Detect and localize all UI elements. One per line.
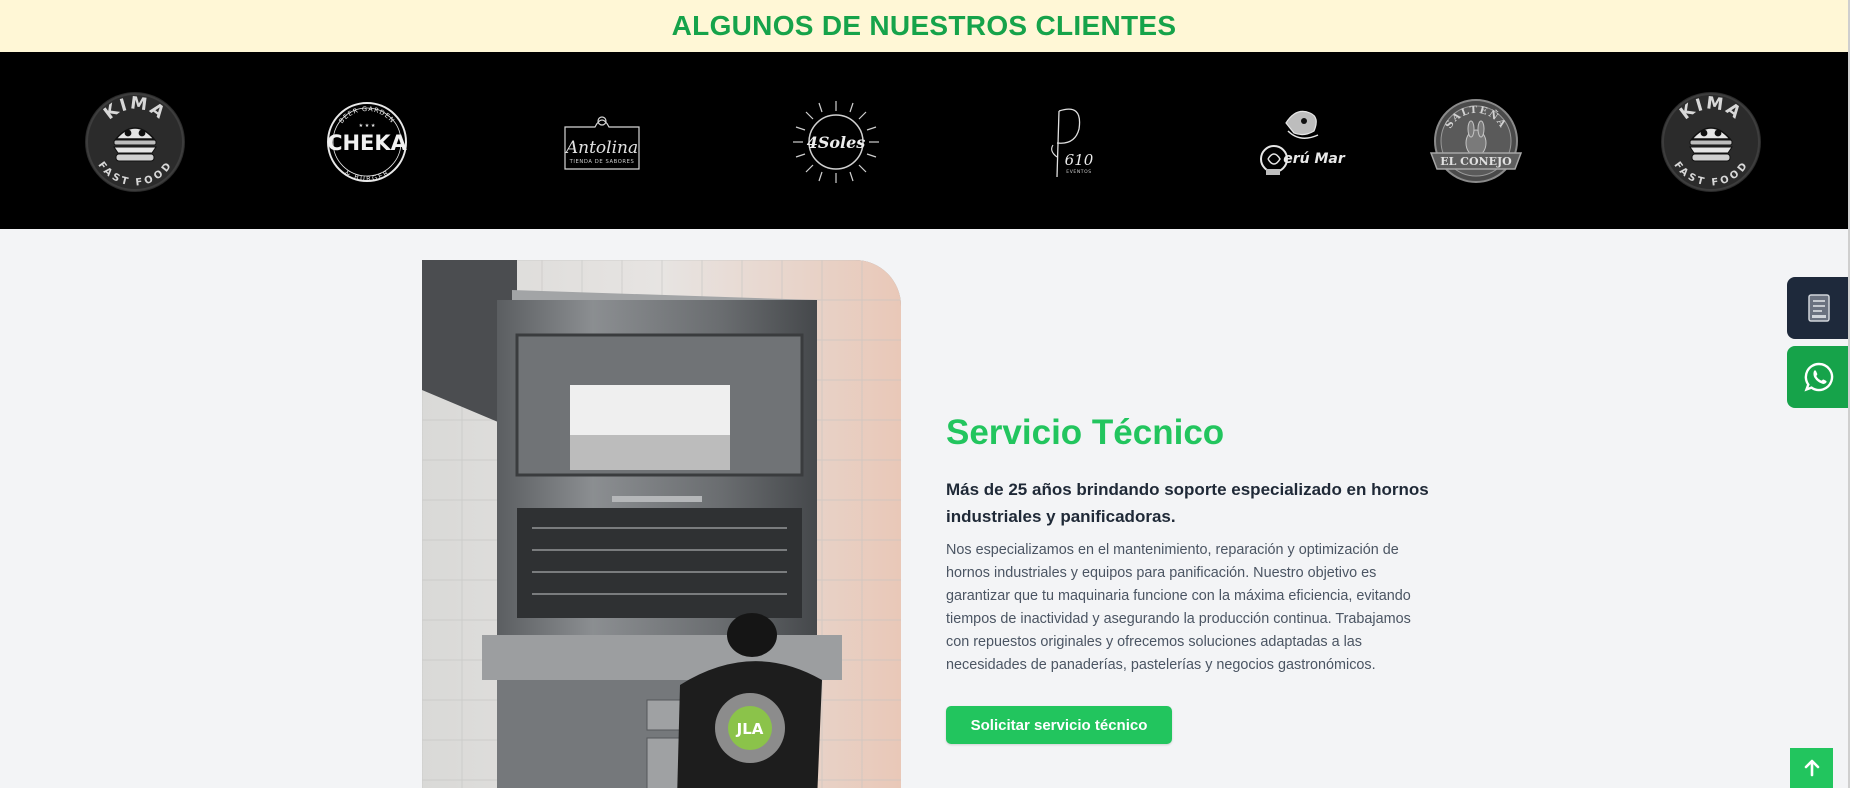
client-logo-strip: KIMA FAST FOOD BEER GARDEN CHEKA & BURGE… — [0, 52, 1848, 229]
service-text-column: Servicio Técnico Más de 25 años brindand… — [946, 410, 1431, 677]
arrow-up-icon — [1804, 759, 1819, 777]
catalog-book-icon — [1807, 294, 1830, 322]
svg-text:★ ★ ★: ★ ★ ★ — [359, 123, 376, 129]
service-photo: JLA — [422, 260, 901, 788]
svg-text:JLA: JLA — [736, 720, 764, 738]
client-logo-kima: KIMA FAST FOOD — [80, 87, 190, 197]
service-description: Nos especializamos en el mantenimiento, … — [946, 542, 1411, 673]
whatsapp-float-button[interactable] — [1787, 346, 1850, 408]
client-logo-antolina: Antolina TIENDA DE SABORES — [547, 87, 657, 197]
client-logo-kima-repeat: KIMA FAST FOOD — [1656, 87, 1766, 197]
client-logo-saltena-el-conejo: SALTEÑA EL CONEJO — [1421, 87, 1531, 197]
clients-heading: ALGUNOS DE NUESTROS CLIENTES — [671, 10, 1177, 41]
client-logo-cheka: BEER GARDEN CHEKA & BURGER ★ ★ ★ — [312, 87, 422, 197]
svg-text:EL CONEJO: EL CONEJO — [1440, 155, 1512, 168]
service-title: Servicio Técnico — [946, 413, 1225, 452]
client-logo-4soles: 4Soles — [781, 87, 891, 197]
request-service-button[interactable]: Solicitar servicio técnico — [946, 706, 1172, 744]
catalog-float-button[interactable] — [1787, 277, 1850, 339]
clients-section-header: ALGUNOS DE NUESTROS CLIENTES — [0, 0, 1848, 52]
svg-text:EVENTOS: EVENTOS — [1066, 169, 1091, 175]
svg-text:CHEKA: CHEKA — [327, 131, 408, 155]
client-logo-peru-mar: erú Mar — [1248, 87, 1358, 197]
svg-text:Antolina: Antolina — [564, 138, 638, 158]
service-subtitle: Más de 25 años brindando soporte especia… — [946, 480, 1429, 526]
client-logo-610-eventos: 610 EVENTOS — [1013, 87, 1123, 197]
svg-text:610: 610 — [1065, 151, 1094, 169]
whatsapp-icon — [1803, 362, 1833, 392]
svg-text:TIENDA DE SABORES: TIENDA DE SABORES — [569, 159, 635, 165]
svg-text:erú Mar: erú Mar — [1283, 151, 1346, 167]
back-to-top-button[interactable] — [1790, 748, 1833, 788]
svg-text:4Soles: 4Soles — [807, 133, 866, 152]
